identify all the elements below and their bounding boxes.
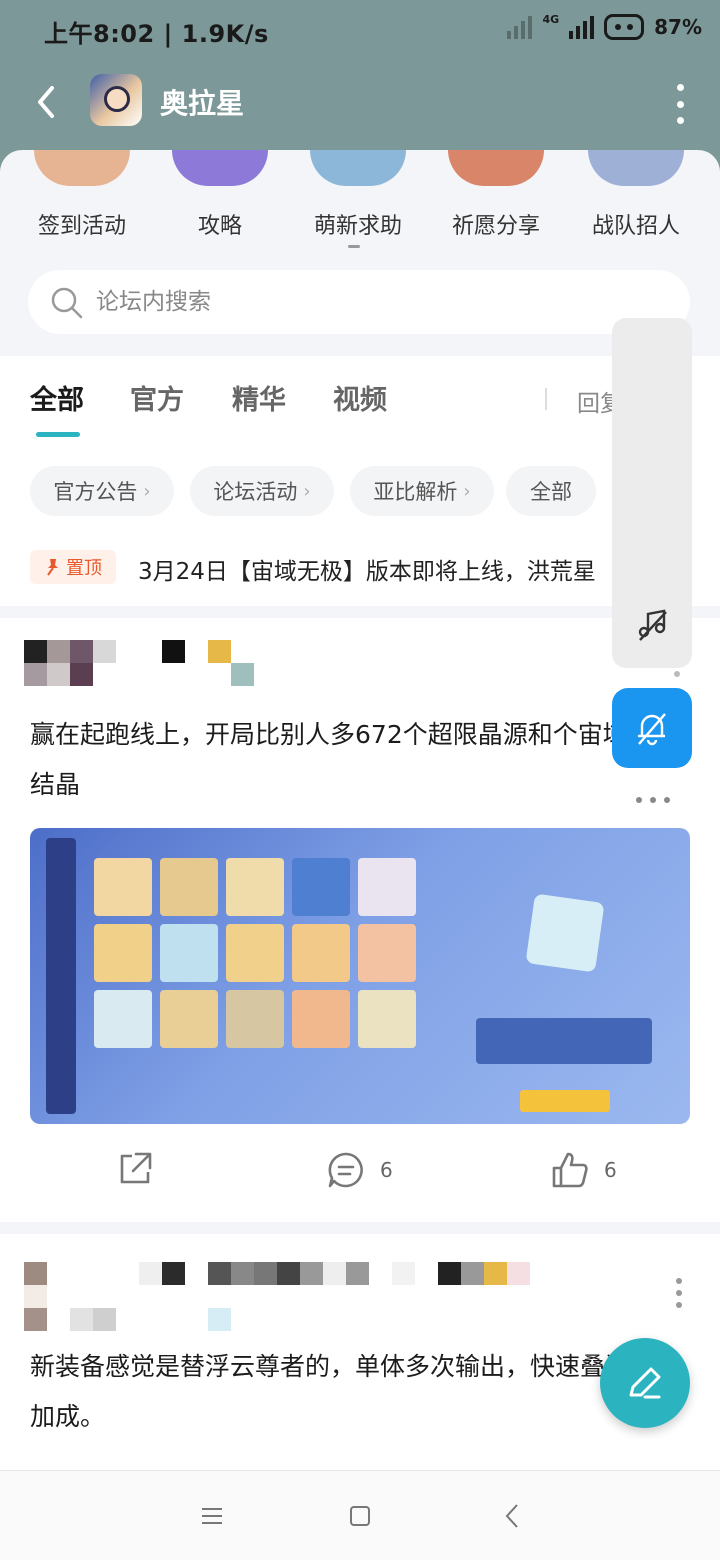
bell-off-icon xyxy=(637,713,666,746)
chevron-left-icon xyxy=(38,86,54,118)
dot-icon xyxy=(676,1290,682,1296)
system-nav-bar xyxy=(0,1470,720,1560)
pinned-title: 3月24日【宙域无极】版本即将上线，洪荒星 xyxy=(138,559,596,585)
category-label: 签到活动 xyxy=(37,214,126,239)
comment-button[interactable]: 6 xyxy=(326,1150,393,1190)
pinned-badge: 置顶 xyxy=(30,550,116,584)
image-sidebar xyxy=(46,838,76,1114)
chevron-left-icon xyxy=(505,1504,518,1528)
category-guide[interactable]: 攻略 xyxy=(160,150,280,240)
category-scroll-indicator xyxy=(348,245,360,248)
category-image xyxy=(588,150,684,186)
image-item-preview xyxy=(525,893,605,973)
chip-forum-activity[interactable]: 论坛活动 › xyxy=(190,466,334,516)
pinned-post[interactable]: 置顶 3月24日【宙域无极】版本即将上线，洪荒星 xyxy=(30,550,650,590)
category-image xyxy=(448,150,544,186)
chip-label: 亚比解析 xyxy=(373,480,458,504)
category-image xyxy=(34,150,130,186)
chip-label: 论坛活动 xyxy=(213,480,298,504)
category-image xyxy=(172,150,268,186)
category-newbie-help[interactable]: 萌新求助 xyxy=(298,150,418,240)
share-button[interactable] xyxy=(116,1150,154,1188)
divider xyxy=(0,1222,720,1234)
chip-all[interactable]: 全部 xyxy=(506,466,596,516)
thumbs-up-icon xyxy=(552,1152,588,1188)
network-type: 4G xyxy=(542,12,560,26)
dot-icon xyxy=(676,84,684,91)
category-label: 战队招人 xyxy=(591,214,680,239)
category-wish-share[interactable]: 祈愿分享 xyxy=(436,150,556,240)
menu-icon xyxy=(202,1508,222,1524)
battery-icon xyxy=(604,14,645,40)
chip-official-notice[interactable]: 官方公告 › xyxy=(30,466,174,516)
search-bar[interactable] xyxy=(28,270,690,334)
category-image xyxy=(310,150,406,186)
tab-featured[interactable]: 精华 xyxy=(232,378,286,417)
home-button[interactable] xyxy=(340,1501,380,1531)
post-image[interactable] xyxy=(30,828,690,1124)
image-info-box xyxy=(476,1018,652,1064)
tab-video[interactable]: 视频 xyxy=(333,378,387,417)
dot-icon xyxy=(676,117,684,124)
dot-icon xyxy=(676,100,684,108)
app-avatar-icon xyxy=(90,74,142,126)
battery-level: 87% xyxy=(654,15,702,39)
music-off-icon[interactable] xyxy=(636,608,670,642)
chevron-right-icon: › xyxy=(463,480,471,502)
category-label: 祈愿分享 xyxy=(451,214,540,239)
tab-divider xyxy=(545,388,547,410)
active-tab-indicator xyxy=(36,432,80,437)
dot-icon xyxy=(650,797,656,803)
chevron-right-icon: › xyxy=(143,480,151,502)
category-label: 萌新求助 xyxy=(313,214,402,239)
like-count: 6 xyxy=(604,1158,617,1182)
post-more-button[interactable] xyxy=(676,1278,684,1308)
image-grid xyxy=(94,858,424,1118)
recents-button[interactable] xyxy=(192,1501,232,1531)
compose-button[interactable] xyxy=(600,1338,690,1428)
wifi-signal-icon xyxy=(507,15,533,39)
comment-count: 6 xyxy=(380,1158,393,1182)
search-input[interactable] xyxy=(96,284,596,320)
pinned-label: 置顶 xyxy=(66,558,102,579)
tab-all[interactable]: 全部 xyxy=(30,378,84,417)
tab-official[interactable]: 官方 xyxy=(130,378,184,417)
post-title: 新装备感觉是替浮云尊者的，单体多次输出，快速叠满加成。 xyxy=(30,1352,631,1431)
indicator-dot xyxy=(674,671,680,677)
app-header: 奥拉星 xyxy=(0,70,720,140)
status-icons: 4G 87% xyxy=(507,12,702,40)
comment-icon xyxy=(328,1152,363,1188)
chip-label: 官方公告 xyxy=(53,480,138,504)
share-icon xyxy=(120,1152,152,1184)
redacted-username xyxy=(24,1262,530,1331)
status-time: 上午8:02 | 1.9K/s xyxy=(44,20,269,48)
chip-label: 全部 xyxy=(530,480,572,504)
more-menu-button[interactable] xyxy=(670,84,690,124)
chip-yabi-analysis[interactable]: 亚比解析 › xyxy=(350,466,494,516)
page-title: 奥拉星 xyxy=(160,87,245,120)
square-icon xyxy=(350,1506,370,1526)
category-team-recruit[interactable]: 战队招人 xyxy=(576,150,696,240)
like-button[interactable]: 6 xyxy=(550,1150,617,1190)
dot-icon xyxy=(664,797,670,803)
post-title: 赢在起跑线上，开局比别人多672个超限晶源和个宙域结晶 xyxy=(30,720,628,799)
pen-icon xyxy=(629,1367,661,1399)
dot-icon xyxy=(676,1278,682,1284)
search-icon xyxy=(51,287,83,319)
system-back-button[interactable] xyxy=(492,1501,532,1531)
cell-signal-icon xyxy=(569,15,595,39)
pin-icon xyxy=(47,559,58,576)
category-label: 攻略 xyxy=(197,214,242,239)
notification-button[interactable] xyxy=(612,688,692,768)
chevron-right-icon: › xyxy=(303,480,311,502)
image-use-button xyxy=(520,1090,610,1112)
dot-icon xyxy=(676,1302,682,1308)
redacted-username xyxy=(24,640,254,686)
floating-more-button[interactable] xyxy=(636,797,670,805)
dot-icon xyxy=(636,797,642,803)
status-bar: 上午8:02 | 1.9K/s 4G 87% xyxy=(0,0,720,62)
category-checkin[interactable]: 签到活动 xyxy=(22,150,142,240)
post-actions: 6 6 xyxy=(0,1138,720,1208)
back-button[interactable] xyxy=(26,80,66,124)
